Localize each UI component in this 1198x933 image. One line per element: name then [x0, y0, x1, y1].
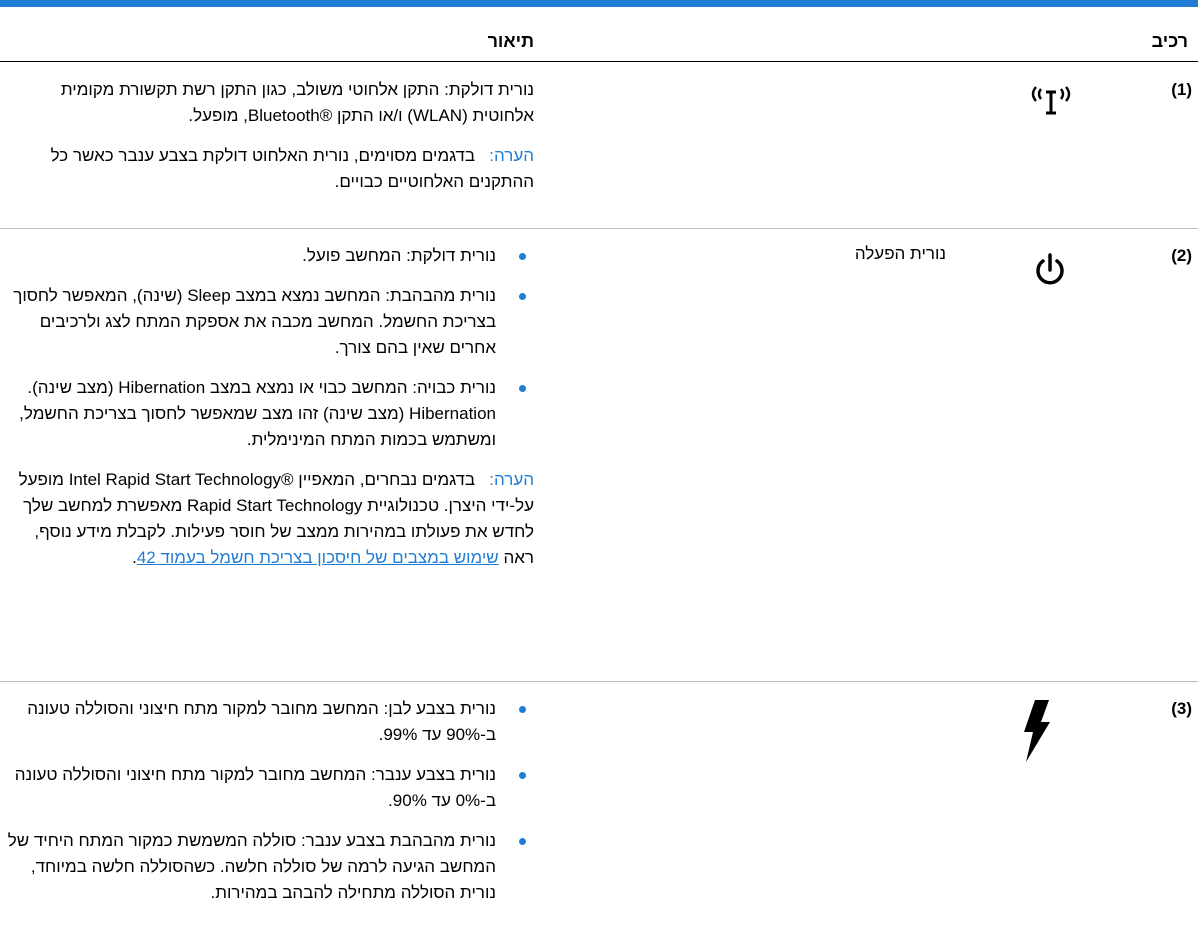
row-2-name: נורית הפעלה [854, 244, 946, 263]
list-item: נורית כבויה: המחשב כבוי או נמצא במצב Hib… [4, 375, 534, 453]
header-divider [0, 61, 1198, 62]
list-item: נורית מהבהבת בצבע ענבר: סוללה המשמשת כמק… [4, 828, 534, 906]
power-icon [1032, 252, 1068, 293]
top-accent-bar [0, 0, 1198, 7]
note-text: בדגמים מסוימים, נורית האלחוט דולקת בצבע … [50, 146, 534, 191]
note-label: הערה: [489, 470, 534, 489]
row-3-number: (3) [1171, 699, 1192, 718]
row-divider [0, 681, 1198, 682]
row-divider [0, 228, 1198, 229]
row-2-number: (2) [1171, 246, 1192, 265]
row-1-number: (1) [1171, 80, 1192, 99]
battery-lightning-icon [1021, 700, 1051, 767]
row-1-description: נורית דולקת: התקן אלחוטי משולב, כגון התק… [4, 77, 534, 209]
list-item: נורית בצבע לבן: המחשב מחובר למקור מתח חי… [4, 696, 534, 748]
row-2-description: נורית דולקת: המחשב פועל. נורית מהבהבת: ה… [4, 243, 534, 585]
list-item: נורית מהבהבת: המחשב נמצא במצב Sleep (שינ… [4, 283, 534, 361]
row-1-note: הערה: בדגמים מסוימים, נורית האלחוט דולקת… [4, 143, 534, 195]
row-3-bullets: נורית בצבע לבן: המחשב מחובר למקור מתח חי… [4, 696, 534, 906]
header-description: תיאור [487, 31, 534, 51]
header-component: רכיב [1151, 31, 1188, 51]
note-label: הערה: [489, 146, 534, 165]
power-saving-link[interactable]: שימוש במצבים של חיסכון בצריכת חשמל בעמוד… [137, 548, 499, 567]
list-item: נורית דולקת: המחשב פועל. [4, 243, 534, 269]
list-item: נורית בצבע ענבר: המחשב מחובר למקור מתח ח… [4, 762, 534, 814]
row-2-bullets: נורית דולקת: המחשב פועל. נורית מהבהבת: ה… [4, 243, 534, 453]
row-2-note: הערה: בדגמים נבחרים, המאפיין ®Intel Rapi… [4, 467, 534, 571]
row-3-description: נורית בצבע לבן: המחשב מחובר למקור מתח חי… [4, 696, 534, 920]
row-1-paragraph: נורית דולקת: התקן אלחוטי משולב, כגון התק… [60, 80, 534, 125]
wireless-icon [1030, 83, 1072, 122]
